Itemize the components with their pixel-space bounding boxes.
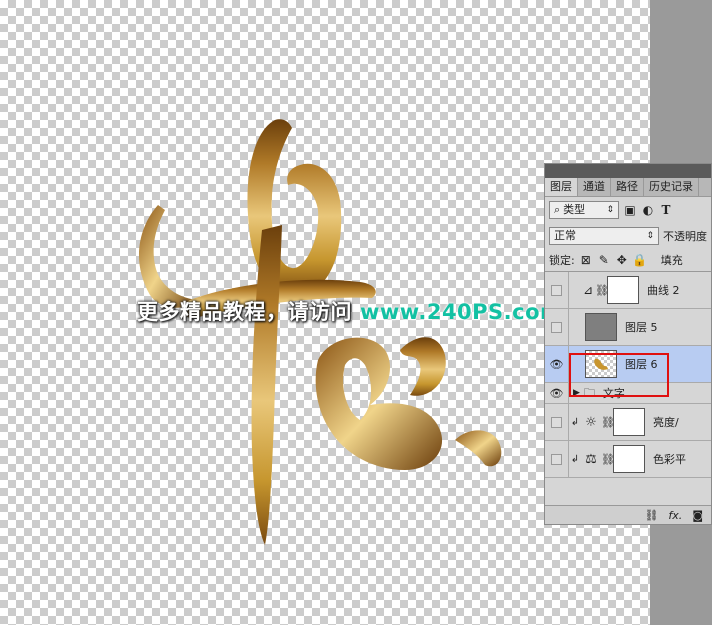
- layer-name: 曲线 2: [647, 284, 680, 297]
- clip-arrow-icon: ↲: [570, 416, 580, 428]
- visibility-toggle[interactable]: 👁: [545, 383, 569, 403]
- layer-name: 色彩平: [653, 453, 686, 466]
- stepper-icon: ⇕: [646, 231, 654, 241]
- add-mask-icon[interactable]: ◙: [692, 509, 703, 522]
- layer-row-layer6[interactable]: 👁 图层 6: [545, 346, 711, 383]
- tab-history[interactable]: 历史记录: [644, 178, 699, 196]
- calligraphy-thumbnail-icon: [594, 358, 608, 370]
- layer-thumbnail[interactable]: [585, 313, 617, 341]
- lock-transparent-icon[interactable]: ⊠: [579, 253, 593, 267]
- fill-label: 填充: [660, 254, 683, 267]
- blend-mode-select[interactable]: 正常 ⇕: [549, 227, 659, 245]
- layer-name: 图层 6: [625, 358, 658, 371]
- lock-all-icon[interactable]: 🔒: [632, 253, 647, 267]
- watermark-url: www.240PS.com: [360, 300, 563, 324]
- tab-channels[interactable]: 通道: [578, 178, 611, 196]
- visibility-toggle[interactable]: [545, 404, 569, 440]
- link-icon: ⛓: [595, 283, 609, 297]
- blend-row: 正常 ⇕ 不透明度: [545, 223, 711, 249]
- watermark-label: 更多精品教程，请访问: [137, 300, 352, 324]
- eye-icon: 👁: [549, 357, 564, 371]
- fx-button[interactable]: fx.: [668, 509, 682, 522]
- curves-icon: ⊿: [582, 283, 594, 297]
- stepper-icon: ⇕: [606, 205, 614, 215]
- adjustment-filter-icon[interactable]: ◐: [641, 203, 655, 217]
- layer-row-brightness[interactable]: ↲ ☼ ⛓ 亮度/: [545, 404, 711, 441]
- visibility-toggle[interactable]: 👁: [545, 346, 569, 382]
- visibility-toggle[interactable]: [545, 272, 569, 308]
- lock-paint-icon[interactable]: ✎: [597, 253, 611, 267]
- lock-row: 锁定: ⊠ ✎ ✥ 🔒 填充: [545, 249, 711, 271]
- expand-arrow-icon[interactable]: ▶: [573, 388, 580, 398]
- layer-mask-thumbnail[interactable]: [613, 445, 645, 473]
- layer-row-layer5[interactable]: 图层 5: [545, 309, 711, 346]
- layer-thumbnail[interactable]: [585, 350, 617, 378]
- watermark-text: 更多精品教程，请访问 www.240PS.com: [137, 296, 562, 326]
- layer-mask-thumbnail[interactable]: [613, 408, 645, 436]
- panel-title-bar[interactable]: [545, 164, 711, 178]
- lock-label: 锁定:: [549, 254, 575, 267]
- folder-icon: 🗀: [583, 385, 595, 399]
- link-icon: ⛓: [601, 415, 615, 429]
- visibility-off-box: [551, 321, 562, 333]
- balance-icon: ⚖: [585, 451, 597, 467]
- visibility-off-box: [551, 453, 562, 465]
- link-layers-icon[interactable]: ⛓: [644, 509, 658, 522]
- lock-move-icon[interactable]: ✥: [615, 253, 629, 267]
- visibility-off-box: [551, 416, 562, 428]
- layer-row-colorbalance[interactable]: ↲ ⚖ ⛓ 色彩平: [545, 441, 711, 478]
- link-icon: ⛓: [601, 452, 615, 466]
- visibility-toggle[interactable]: [545, 309, 569, 345]
- filter-type-label: 类型: [563, 203, 586, 216]
- layer-name: 图层 5: [625, 321, 658, 334]
- group-name: 文字: [602, 387, 625, 400]
- filter-type-select[interactable]: ⌕ 类型 ⇕: [549, 201, 619, 219]
- layer-row-curves[interactable]: ⊿ ⛓ 曲线 2: [545, 272, 711, 309]
- layer-name: 亮度/: [653, 416, 679, 429]
- layers-list: ⊿ ⛓ 曲线 2 图层 5 👁 图层 6 👁 ▶ 🗀 文字 ↲ ☼ ⛓ 亮度/ …: [545, 271, 711, 478]
- search-icon: ⌕: [554, 203, 561, 216]
- eye-icon: 👁: [549, 386, 564, 400]
- opacity-label: 不透明度: [663, 230, 707, 243]
- tab-layers[interactable]: 图层: [545, 178, 578, 196]
- layer-row-group[interactable]: 👁 ▶ 🗀 文字: [545, 383, 711, 404]
- visibility-off-box: [551, 284, 562, 296]
- clip-arrow-icon: ↲: [570, 453, 580, 465]
- blend-mode-label: 正常: [554, 229, 576, 242]
- panel-footer: ⛓ fx. ◙: [545, 505, 711, 524]
- filter-row: ⌕ 类型 ⇕ ▣ ◐ T: [545, 197, 711, 223]
- brightness-icon: ☼: [585, 414, 597, 430]
- panel-tabs: 图层 通道 路径 历史记录: [545, 178, 711, 197]
- type-filter-icon[interactable]: T: [659, 203, 673, 217]
- layers-panel: 图层 通道 路径 历史记录 ⌕ 类型 ⇕ ▣ ◐ T 正常 ⇕ 不透明度 锁定:…: [544, 163, 712, 525]
- image-filter-icon[interactable]: ▣: [623, 203, 637, 217]
- tab-paths[interactable]: 路径: [611, 178, 644, 196]
- layer-mask-thumbnail[interactable]: [607, 276, 639, 304]
- visibility-toggle[interactable]: [545, 441, 569, 477]
